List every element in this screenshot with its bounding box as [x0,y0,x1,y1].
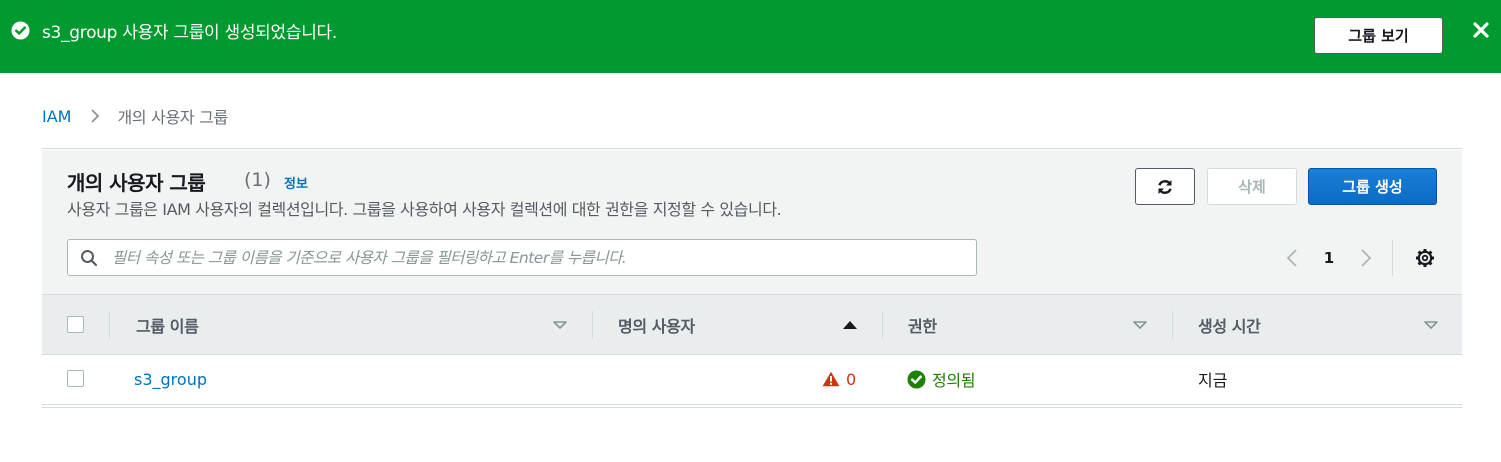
caret-up-icon[interactable] [842,317,858,333]
group-name-link[interactable]: s3_group [134,355,207,403]
column-header-permissions[interactable]: 권한 [908,295,937,354]
caret-down-icon[interactable] [552,317,568,333]
table-bottom-border [42,407,1462,409]
delete-button[interactable]: 삭제 [1207,168,1297,205]
breadcrumb-iam-link[interactable]: IAM [42,107,71,126]
filter-input[interactable] [112,240,972,275]
check-circle-icon [11,21,30,40]
column-header-users[interactable]: 명의 사용자 [618,295,695,354]
flash-message: s3_group 사용자 그룹이 생성되었습니다. [42,23,337,43]
column-header-group-name[interactable]: 그룹 이름 [136,295,199,354]
info-link[interactable]: 정보 [284,173,308,192]
pager-divider [1392,240,1393,276]
prev-page-button[interactable] [1282,246,1302,270]
chevron-right-icon [1361,249,1372,267]
permissions-cell: 정의됨 [907,355,976,403]
panel-description: 사용자 그룹은 IAM 사용자의 컬렉션입니다. 그룹을 사용하여 사용자 컬렉… [67,200,782,219]
close-icon[interactable] [1472,21,1490,39]
permissions-status: 정의됨 [932,371,976,390]
row-checkbox[interactable] [67,370,84,387]
caret-down-icon[interactable] [1132,317,1148,333]
pagination: 1 [1282,244,1376,272]
create-group-button[interactable]: 그룹 생성 [1308,168,1437,205]
caret-down-icon[interactable] [1423,317,1439,333]
chevron-left-icon [1286,249,1297,267]
gear-icon[interactable] [1415,248,1435,268]
view-group-button[interactable]: 그룹 보기 [1314,17,1443,54]
check-circle-icon [907,369,926,389]
users-count: 0 [846,369,857,389]
filter-search [67,239,977,276]
success-flash-banner: s3_group 사용자 그룹이 생성되었습니다. 그룹 보기 [0,0,1501,73]
refresh-button[interactable] [1135,168,1195,205]
column-divider [882,311,883,339]
refresh-icon [1158,179,1172,194]
group-count: (1) [244,169,271,191]
breadcrumb: IAM 개의 사용자 그룹 [42,104,228,128]
created-time: 지금 [1198,371,1228,390]
breadcrumb-current: 개의 사용자 그룹 [117,108,228,127]
users-cell: 0 [822,355,856,403]
warning-icon [822,371,840,387]
chevron-right-icon [91,109,100,123]
panel-header: 개의 사용자 그룹 (1) 정보 사용자 그룹은 IAM 사용자의 컬렉션입니다… [42,150,1462,295]
column-divider [1172,311,1173,339]
user-groups-panel: 개의 사용자 그룹 (1) 정보 사용자 그룹은 IAM 사용자의 컬렉션입니다… [42,148,1462,408]
column-header-created[interactable]: 생성 시간 [1198,295,1261,354]
page-title: 개의 사용자 그룹 [67,171,206,195]
select-all-checkbox[interactable] [67,316,84,333]
column-divider [592,311,593,339]
current-page[interactable]: 1 [1302,249,1356,267]
search-icon [81,250,98,267]
table-row: s3_group 0 정의됨 지금 [42,355,1462,405]
table-header: 그룹 이름 명의 사용자 권한 생성 시간 [42,294,1462,355]
next-page-button[interactable] [1356,246,1376,270]
column-divider [109,311,110,339]
